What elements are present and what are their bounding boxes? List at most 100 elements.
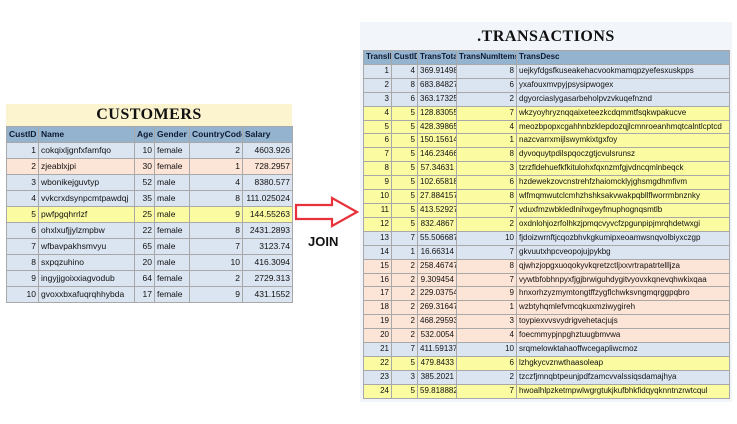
right-arrow-icon xyxy=(294,196,360,228)
trans-num-items-cell: 6 xyxy=(456,355,517,371)
table-row: 4 vvkcrxdsynpcmtpawdqj 35 male 8 111.025024 xyxy=(6,190,293,207)
trans-desc-cell: dyvoquytpdilspqoczgtjcvulsrunsz xyxy=(516,147,730,163)
name-cell: cokqixljgnfxfamfqo xyxy=(38,142,135,159)
trans-desc-cell: yxafouxmvpyjpsysipwogex xyxy=(516,77,730,93)
trans-id-cell: 18 xyxy=(363,300,392,316)
trans-total-cell: 229.03754 xyxy=(417,286,457,302)
trans-desc-cell: dgyorciaslygasarbeholpvzvkuqefnznd xyxy=(516,91,730,107)
trans-total-cell: 102.65818 xyxy=(417,175,457,191)
transactions-title: .TRANSACTIONS xyxy=(477,28,615,45)
trans-num-items-cell: 8 xyxy=(456,63,517,79)
table-row: 5 pwfpgqhrrlzf 25 male 9 144.55263 xyxy=(6,206,293,223)
cust-id-cell: 9 xyxy=(6,270,39,287)
salary-cell: 431.1552 xyxy=(242,286,293,303)
trans-id-cell: 20 xyxy=(363,328,392,344)
table-row: 2 zjeablxjpi 30 female 1 728.2957 xyxy=(6,158,293,175)
trans-desc-cell: nazcvarrxmijlswymkixtgxfoy xyxy=(516,133,730,149)
trans-total-cell: 9.309454 xyxy=(417,272,457,288)
trans-num-items-cell: 8 xyxy=(456,147,517,163)
trans-num-items-cell: 8 xyxy=(456,258,517,274)
cust-id-cell: 2 xyxy=(391,286,418,302)
trans-desc-cell: fjdoizwrnftjcqozbhvkgkumipxeoamwsnqvolbi… xyxy=(516,230,730,246)
gender-cell: male xyxy=(154,238,190,255)
age-cell: 65 xyxy=(134,238,155,255)
cust-id-cell: 5 xyxy=(391,175,418,191)
table-row: 23 3 385.2021 2 tzczfjmnqbtpeunjpdfzamcvvals… xyxy=(363,369,730,385)
column-header: TransDesc xyxy=(516,50,730,65)
name-cell: wbonikejguvtyp xyxy=(38,174,135,191)
age-cell: 22 xyxy=(134,222,155,239)
trans-total-cell: 57.34631 xyxy=(417,161,457,177)
trans-num-items-cell: 9 xyxy=(456,286,517,302)
trans-desc-cell: oxdnlohjozrfolhkzjpmqcvyvcfzpgunpipjmrqh… xyxy=(516,216,730,232)
trans-id-cell: 2 xyxy=(363,77,392,93)
table-row: 17 2 229.03754 9 hnxorhzyzmymtongtffzygflchw… xyxy=(363,286,730,302)
gender-cell: male xyxy=(154,190,190,207)
table-row: 8 sxpqzuhino 20 male 10 416.3094 xyxy=(6,254,293,271)
cust-id-cell: 2 xyxy=(6,158,39,175)
trans-id-cell: 21 xyxy=(363,342,392,357)
name-cell: pwfpgqhrrlzf xyxy=(38,206,135,223)
cust-id-cell: 1 xyxy=(391,244,418,260)
trans-id-cell: 13 xyxy=(363,230,392,246)
country-code-cell: 8 xyxy=(189,190,243,207)
country-code-cell: 8 xyxy=(189,222,243,239)
table-row: 19 2 468.29593 3 toypiexvvsvydrigvehetacjujs xyxy=(363,314,730,330)
name-cell: ingyjjgoixxiagvodub xyxy=(38,270,135,287)
trans-total-cell: 428.39865 xyxy=(417,119,457,135)
table-row: 6 5 150.15614 1 nazcvarrxmijlswymkixtgxfoy xyxy=(363,133,730,149)
column-header: Age xyxy=(134,126,155,143)
table-row: 16 2 9.309454 7 vywtbfobhnpyxfjgjbrwiguhdygi… xyxy=(363,272,730,288)
cust-id-cell: 7 xyxy=(391,230,418,246)
trans-total-cell: 385.2021 xyxy=(417,369,457,385)
table-row: 1 cokqixljgnfxfamfqo 10 female 2 4603.926 xyxy=(6,142,293,159)
trans-total-cell: 468.29593 xyxy=(417,314,457,330)
customers-title: CUSTOMERS xyxy=(96,106,202,123)
trans-total-cell: 59.818882 xyxy=(417,383,457,399)
cust-id-cell: 5 xyxy=(391,133,418,149)
trans-desc-cell: wzbtyhqmlefvmcqkuxmziwygireh xyxy=(516,300,730,316)
trans-desc-cell: foecmmypjnpghztuugbmvwa xyxy=(516,328,730,344)
cust-id-cell: 5 xyxy=(391,202,418,218)
column-header: TransNumItems xyxy=(456,50,517,65)
cust-id-cell: 5 xyxy=(391,147,418,163)
age-cell: 25 xyxy=(134,206,155,223)
trans-total-cell: 369.91498 xyxy=(417,63,457,79)
salary-cell: 2729.313 xyxy=(242,270,293,287)
cust-id-cell: 4 xyxy=(391,63,418,79)
trans-desc-cell: meozbpopxcgahhnbzklepdozqjlcmnroeanhmqtc… xyxy=(516,119,730,135)
trans-num-items-cell: 7 xyxy=(456,244,517,260)
trans-desc-cell: uejkyfdgsfkuseakehacvookmamqpzyefesxuskp… xyxy=(516,63,730,79)
trans-num-items-cell: 7 xyxy=(456,105,517,121)
country-code-cell: 10 xyxy=(189,254,243,271)
trans-id-cell: 22 xyxy=(363,355,392,371)
cust-id-cell: 2 xyxy=(391,258,418,274)
country-code-cell: 1 xyxy=(189,158,243,175)
cust-id-cell: 6 xyxy=(6,222,39,239)
trans-id-cell: 17 xyxy=(363,286,392,302)
table-row: 8 5 57.34631 3 tzrzfldehuefkfkitulohxfqxnzmf… xyxy=(363,161,730,177)
trans-num-items-cell: 6 xyxy=(456,175,517,191)
trans-desc-cell: vduxfmzwbkledlnihxgeyfmuphognqsmtlb xyxy=(516,202,730,218)
trans-id-cell: 11 xyxy=(363,202,392,218)
customers-table: CustID Name Age Gender CountryCode Salary 1 co… xyxy=(6,126,293,303)
table-row: 20 2 532.0054 4 foecmmypjnpghztuugbmvwa xyxy=(363,328,730,344)
country-code-cell: 9 xyxy=(189,286,243,303)
trans-num-items-cell: 3 xyxy=(456,161,517,177)
cust-id-cell: 7 xyxy=(6,238,39,255)
column-header: CustID xyxy=(6,126,39,143)
gender-cell: female xyxy=(154,270,190,287)
salary-cell: 728.2957 xyxy=(242,158,293,175)
trans-id-cell: 16 xyxy=(363,272,392,288)
age-cell: 17 xyxy=(134,286,155,303)
country-code-cell: 7 xyxy=(189,238,243,255)
trans-total-cell: 269.31647 xyxy=(417,300,457,316)
gender-cell: female xyxy=(154,142,190,159)
table-row: 15 2 258.46747 8 qjwhzjopgxuoqokyvkqretzctlj… xyxy=(363,258,730,274)
cust-id-cell: 5 xyxy=(391,216,418,232)
column-header: CountryCode xyxy=(189,126,243,143)
trans-total-cell: 27.884157 xyxy=(417,189,457,204)
trans-desc-cell: lzhgkycvznwthaasoleap xyxy=(516,355,730,371)
trans-id-cell: 7 xyxy=(363,147,392,163)
table-row: 7 5 146.23466 8 dyvoquytpdilspqoczgtjcvulsru… xyxy=(363,147,730,163)
